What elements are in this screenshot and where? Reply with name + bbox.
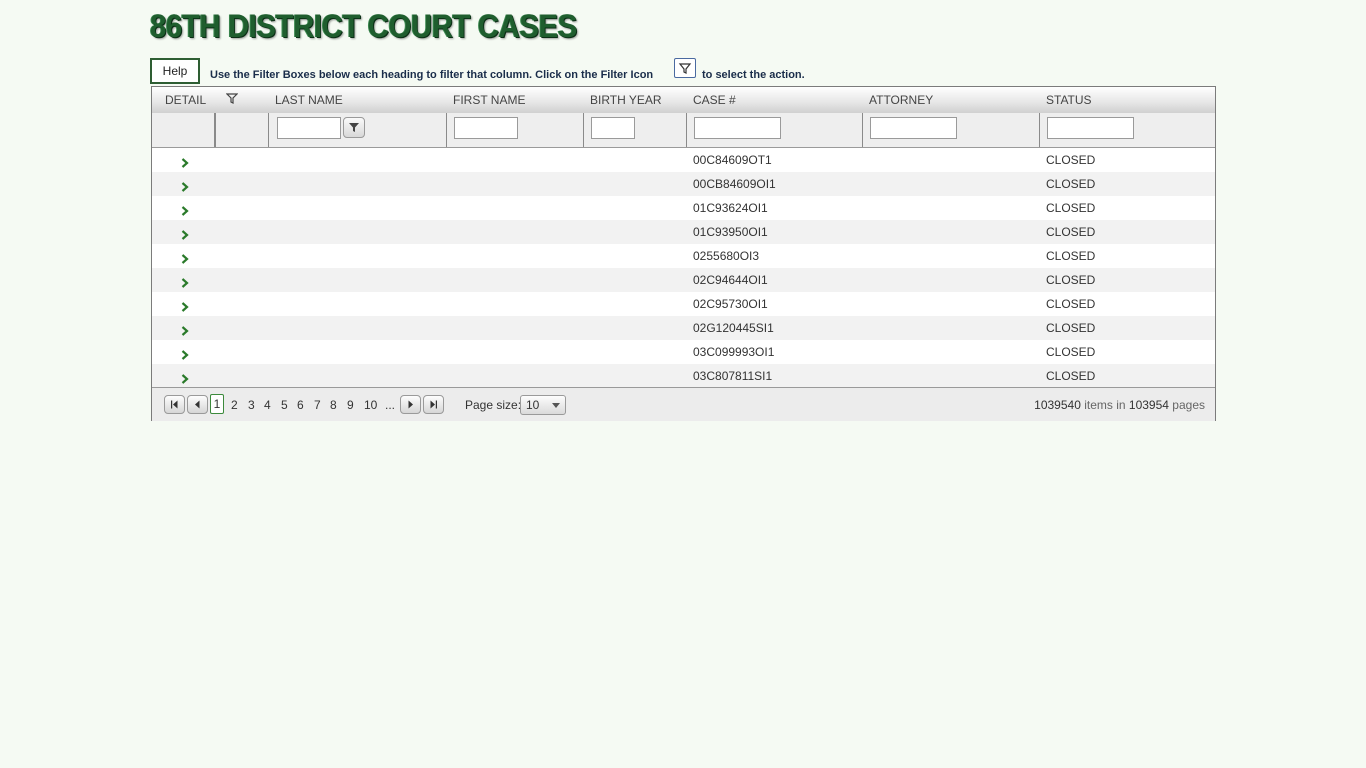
dropdown-arrow-icon [552,403,560,408]
table-row: 03C099993OI1 CLOSED [152,340,1215,364]
filter-cell-toggle [215,113,269,147]
chevron-right-icon[interactable] [179,274,191,288]
status-cell: CLOSED [1046,249,1096,263]
table-row: 01C93950OI1 CLOSED [152,220,1215,244]
attorney-filter-input[interactable] [870,117,957,139]
case-number-filter-input[interactable] [694,117,781,139]
table-row: 00CB84609OI1 CLOSED [152,172,1215,196]
chevron-right-icon[interactable] [179,226,191,240]
page-number[interactable]: 9 [347,398,354,412]
pager: 1 2 3 4 5 6 7 8 9 10 ... Page size: 10 1… [152,387,1215,421]
filter-cell-detail [152,113,215,147]
column-header-attorney[interactable]: ATTORNEY [869,93,933,107]
table-row: 00C84609OT1 CLOSED [152,148,1215,172]
pager-info: 1039540 items in 103954 pages [1034,398,1205,412]
page-number[interactable]: 3 [248,398,255,412]
status-cell: CLOSED [1046,225,1096,239]
table-row: 0255680OI3 CLOSED [152,244,1215,268]
cases-grid: DETAIL LAST NAME FIRST NAME BIRTH YEAR C… [151,86,1216,421]
column-header-status[interactable]: STATUS [1046,93,1092,107]
column-header-detail[interactable]: DETAIL [165,93,206,107]
filter-icon [674,58,696,78]
filter-cell-attorney [862,113,1040,147]
first-name-filter-input[interactable] [454,117,518,139]
column-header-first-name[interactable]: FIRST NAME [453,93,525,107]
grid-rows: 00C84609OT1 CLOSED 00CB84609OI1 CLOSED 0… [152,148,1215,388]
chevron-right-icon[interactable] [179,250,191,264]
page-ellipsis[interactable]: ... [385,398,395,412]
last-name-filter-input[interactable] [277,117,341,139]
status-cell: CLOSED [1046,273,1096,287]
page-number[interactable]: 6 [297,398,304,412]
page-number[interactable]: 10 [364,398,377,412]
last-page-icon[interactable] [423,395,444,414]
table-row: 02C94644OI1 CLOSED [152,268,1215,292]
case-number-cell: 02C95730OI1 [693,297,768,311]
page-number[interactable]: 7 [314,398,321,412]
pages-label: pages [1172,398,1205,412]
filter-icon[interactable] [225,92,239,107]
page-size-select[interactable]: 10 [520,395,566,415]
status-cell: CLOSED [1046,201,1096,215]
help-button[interactable]: Help [150,58,200,84]
filter-cell-first-name [446,113,584,147]
case-number-cell: 01C93950OI1 [693,225,768,239]
help-instruction-part2: to select the action. [702,69,805,81]
total-pages: 103954 [1128,398,1169,412]
table-row: 01C93624OI1 CLOSED [152,196,1215,220]
birth-year-filter-input[interactable] [591,117,635,139]
table-row: 03C807811SI1 CLOSED [152,364,1215,388]
case-number-cell: 02G120445SI1 [693,321,774,335]
filter-cell-last-name [268,113,447,147]
chevron-right-icon[interactable] [179,370,191,384]
chevron-right-icon[interactable] [179,154,191,168]
table-row: 02C95730OI1 CLOSED [152,292,1215,316]
page-number[interactable]: 4 [264,398,271,412]
prev-page-icon[interactable] [187,395,208,414]
column-header-case-number[interactable]: CASE # [693,93,736,107]
column-header-last-name[interactable]: LAST NAME [275,93,343,107]
chevron-right-icon[interactable] [179,178,191,192]
case-number-cell: 00C84609OT1 [693,153,772,167]
filter-cell-birth-year [583,113,687,147]
filter-menu-button[interactable] [343,117,365,138]
page-title: 86TH DISTRICT COURT CASES [150,8,577,44]
page-number[interactable]: 5 [281,398,288,412]
status-cell: CLOSED [1046,297,1096,311]
next-page-icon[interactable] [400,395,421,414]
status-cell: CLOSED [1046,369,1096,383]
case-number-cell: 0255680OI3 [693,249,760,263]
first-page-icon[interactable] [164,395,185,414]
table-row: 02G120445SI1 CLOSED [152,316,1215,340]
filter-row [152,113,1215,148]
status-cell: CLOSED [1046,153,1096,167]
case-number-cell: 00CB84609OI1 [693,177,776,191]
total-items: 1039540 [1034,398,1081,412]
status-cell: CLOSED [1046,321,1096,335]
column-header-birth-year[interactable]: BIRTH YEAR [590,93,662,107]
page-number[interactable]: 2 [231,398,238,412]
case-number-cell: 03C807811SI1 [693,369,773,383]
page-size-value: 10 [526,398,540,412]
help-row: Help Use the Filter Boxes below each hea… [150,58,850,86]
page-number-current[interactable]: 1 [210,394,224,414]
chevron-right-icon[interactable] [179,322,191,336]
case-number-cell: 01C93624OI1 [693,201,768,215]
case-number-cell: 02C94644OI1 [693,273,768,287]
filter-cell-status [1039,113,1215,147]
help-instruction-part1: Use the Filter Boxes below each heading … [210,69,654,81]
items-in-label: items in [1084,398,1126,412]
filter-cell-case-number [686,113,863,147]
chevron-right-icon[interactable] [179,346,191,360]
chevron-right-icon[interactable] [179,202,191,216]
status-cell: CLOSED [1046,177,1096,191]
status-cell: CLOSED [1046,345,1096,359]
page-size-label: Page size: [465,398,522,412]
status-filter-input[interactable] [1047,117,1134,139]
case-number-cell: 03C099993OI1 [693,345,775,359]
page-number[interactable]: 8 [330,398,337,412]
grid-header: DETAIL LAST NAME FIRST NAME BIRTH YEAR C… [152,87,1215,114]
chevron-right-icon[interactable] [179,298,191,312]
